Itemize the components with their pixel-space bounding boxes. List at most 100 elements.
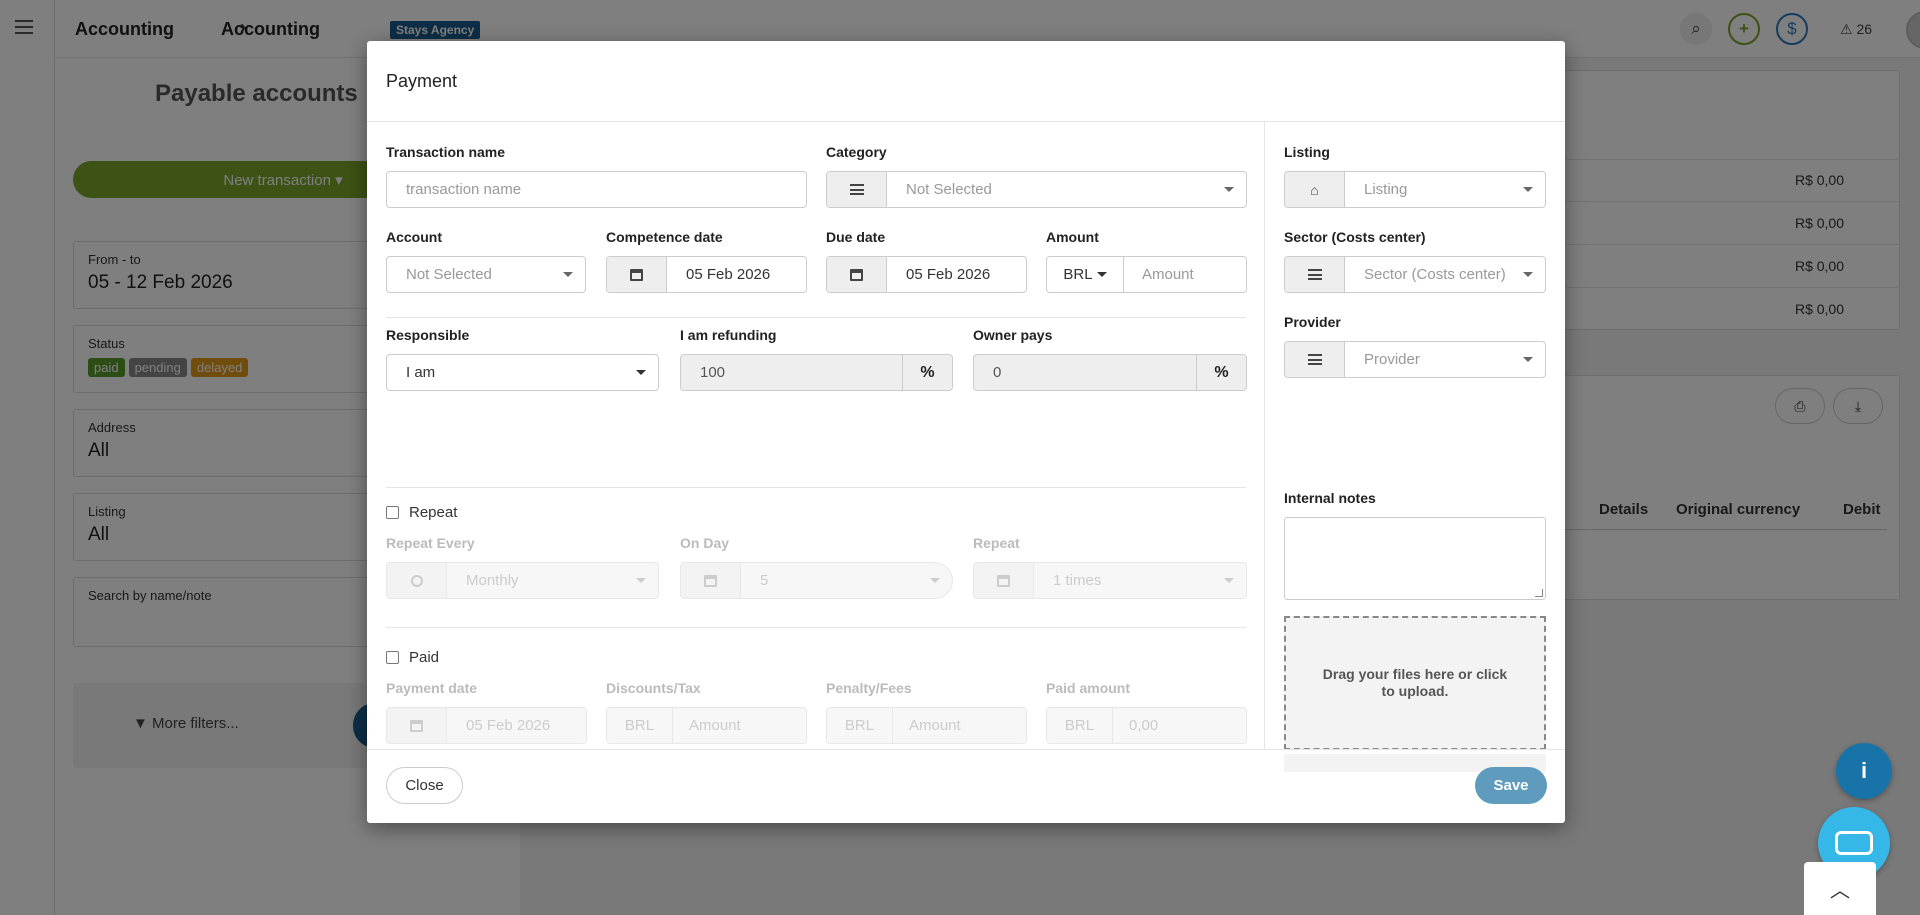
penalty-label: Penalty/Fees xyxy=(826,680,912,696)
repeat-checkbox[interactable] xyxy=(386,506,399,519)
listing-label: Listing xyxy=(1284,144,1330,160)
category-label: Category xyxy=(826,144,887,160)
due-date-value: 05 Feb 2026 xyxy=(906,266,991,283)
amount-label: Amount xyxy=(1046,229,1099,245)
responsible-label: Responsible xyxy=(386,327,470,343)
provider-label: Provider xyxy=(1284,314,1341,330)
modal-side-panel: Listing ⌂ Listing Sector (Costs center) … xyxy=(1265,122,1565,772)
chevron-down-icon xyxy=(1523,357,1533,362)
chevron-down-icon xyxy=(636,370,646,375)
chevron-down-icon xyxy=(563,272,573,277)
payment-date-value: 05 Feb 2026 xyxy=(466,717,551,734)
calendar-icon xyxy=(681,563,741,598)
list-icon xyxy=(1285,342,1345,377)
discounts-input[interactable]: BRL Amount xyxy=(606,707,807,744)
list-icon xyxy=(827,172,887,207)
on-day-label: On Day xyxy=(680,535,730,551)
modal-form: Transaction name transaction name Catego… xyxy=(367,122,1265,749)
percent-addon: % xyxy=(1196,355,1246,390)
refunding-label: I am refunding xyxy=(680,327,777,343)
competence-date-input[interactable]: 05 Feb 2026 xyxy=(606,256,807,293)
paid-amount-label: Paid amount xyxy=(1046,680,1131,696)
currency-addon: BRL xyxy=(607,708,673,743)
on-day-select[interactable]: 5 xyxy=(680,562,953,599)
transaction-name-input[interactable]: transaction name xyxy=(386,171,807,208)
modal-header: Payment xyxy=(367,41,1565,122)
currency-select[interactable]: BRL xyxy=(1047,257,1124,292)
repeat-every-label: Repeat Every xyxy=(386,535,475,551)
category-select[interactable]: Not Selected xyxy=(826,171,1247,208)
chevron-down-icon xyxy=(1096,272,1107,277)
repeat-times-label: Repeat xyxy=(973,535,1020,551)
payment-date-input[interactable]: 05 Feb 2026 xyxy=(386,707,587,744)
chevron-down-icon xyxy=(636,578,646,583)
provider-select[interactable]: Provider xyxy=(1284,341,1546,378)
amount-input[interactable]: BRL Amount xyxy=(1046,256,1247,293)
owner-pays-input[interactable]: 0 % xyxy=(973,354,1247,391)
category-value: Not Selected xyxy=(906,181,992,198)
responsible-value: I am xyxy=(406,364,436,381)
chevron-down-icon xyxy=(1523,187,1533,192)
info-icon[interactable]: i xyxy=(1836,743,1892,799)
sector-value: Sector (Costs center) xyxy=(1364,266,1506,283)
currency-addon: BRL xyxy=(827,708,893,743)
repeat-checkbox-row[interactable]: Repeat xyxy=(386,504,457,521)
penalty-placeholder: Amount xyxy=(909,717,961,734)
repeat-every-value: Monthly xyxy=(466,572,519,589)
discounts-label: Discounts/Tax xyxy=(606,680,701,696)
calendar-icon xyxy=(607,257,667,292)
save-button[interactable]: Save xyxy=(1475,767,1547,804)
divider xyxy=(386,317,1246,318)
account-select[interactable]: Not Selected xyxy=(386,256,586,293)
modal-title: Payment xyxy=(386,71,458,91)
repeat-times-value: 1 times xyxy=(1053,572,1102,589)
chevron-up-icon: ︿ xyxy=(1830,880,1850,902)
paid-checkbox-label: Paid xyxy=(409,649,440,666)
amount-placeholder: Amount xyxy=(1142,266,1194,283)
repeat-checkbox-label: Repeat xyxy=(409,504,458,521)
list-icon xyxy=(1285,257,1345,292)
paid-checkbox[interactable] xyxy=(386,651,399,664)
chevron-down-icon xyxy=(1224,187,1234,192)
listing-select[interactable]: ⌂ Listing xyxy=(1284,171,1546,208)
chevron-down-icon xyxy=(930,578,940,583)
repeat-times-select[interactable]: 1 times xyxy=(973,562,1247,599)
percent-addon: % xyxy=(902,355,952,390)
owner-pays-label: Owner pays xyxy=(973,327,1053,343)
penalty-input[interactable]: BRL Amount xyxy=(826,707,1027,744)
file-dropzone[interactable]: Drag your files here or click to upload. xyxy=(1284,616,1546,750)
due-date-label: Due date xyxy=(826,229,886,245)
paid-amount-input[interactable]: BRL 0,00 xyxy=(1046,707,1247,744)
refunding-value: 100 xyxy=(700,364,726,381)
scroll-top-button[interactable]: ︿ xyxy=(1804,862,1876,915)
clock-icon xyxy=(387,563,447,598)
internal-notes-textarea[interactable] xyxy=(1284,517,1546,600)
responsible-select[interactable]: I am xyxy=(386,354,659,391)
sector-label: Sector (Costs center) xyxy=(1284,229,1426,245)
divider xyxy=(386,627,1246,628)
due-date-input[interactable]: 05 Feb 2026 xyxy=(826,256,1027,293)
payment-date-label: Payment date xyxy=(386,680,478,696)
dropzone-text: Drag your files here or click to upload. xyxy=(1322,666,1508,699)
account-label: Account xyxy=(386,229,442,245)
close-button[interactable]: Close xyxy=(386,767,463,804)
competence-date-label: Competence date xyxy=(606,229,723,245)
refunding-input[interactable]: 100 % xyxy=(680,354,953,391)
calendar-icon xyxy=(827,257,887,292)
sector-select[interactable]: Sector (Costs center) xyxy=(1284,256,1546,293)
modal-footer: Close Save xyxy=(367,749,1565,823)
transaction-name-label: Transaction name xyxy=(386,144,506,160)
paid-amount-value: 0,00 xyxy=(1129,717,1159,734)
payment-modal: Payment Transaction name transaction nam… xyxy=(367,41,1565,823)
calendar-icon xyxy=(387,708,447,743)
provider-value: Provider xyxy=(1364,351,1420,368)
listing-value: Listing xyxy=(1364,181,1408,198)
internal-notes-label: Internal notes xyxy=(1284,490,1376,506)
chat-icon xyxy=(1835,831,1873,855)
chevron-down-icon xyxy=(1224,578,1234,583)
calendar-icon xyxy=(974,563,1034,598)
currency-value: BRL xyxy=(1063,266,1093,283)
paid-checkbox-row[interactable]: Paid xyxy=(386,649,439,666)
divider xyxy=(386,487,1246,488)
repeat-every-select[interactable]: Monthly xyxy=(386,562,659,599)
